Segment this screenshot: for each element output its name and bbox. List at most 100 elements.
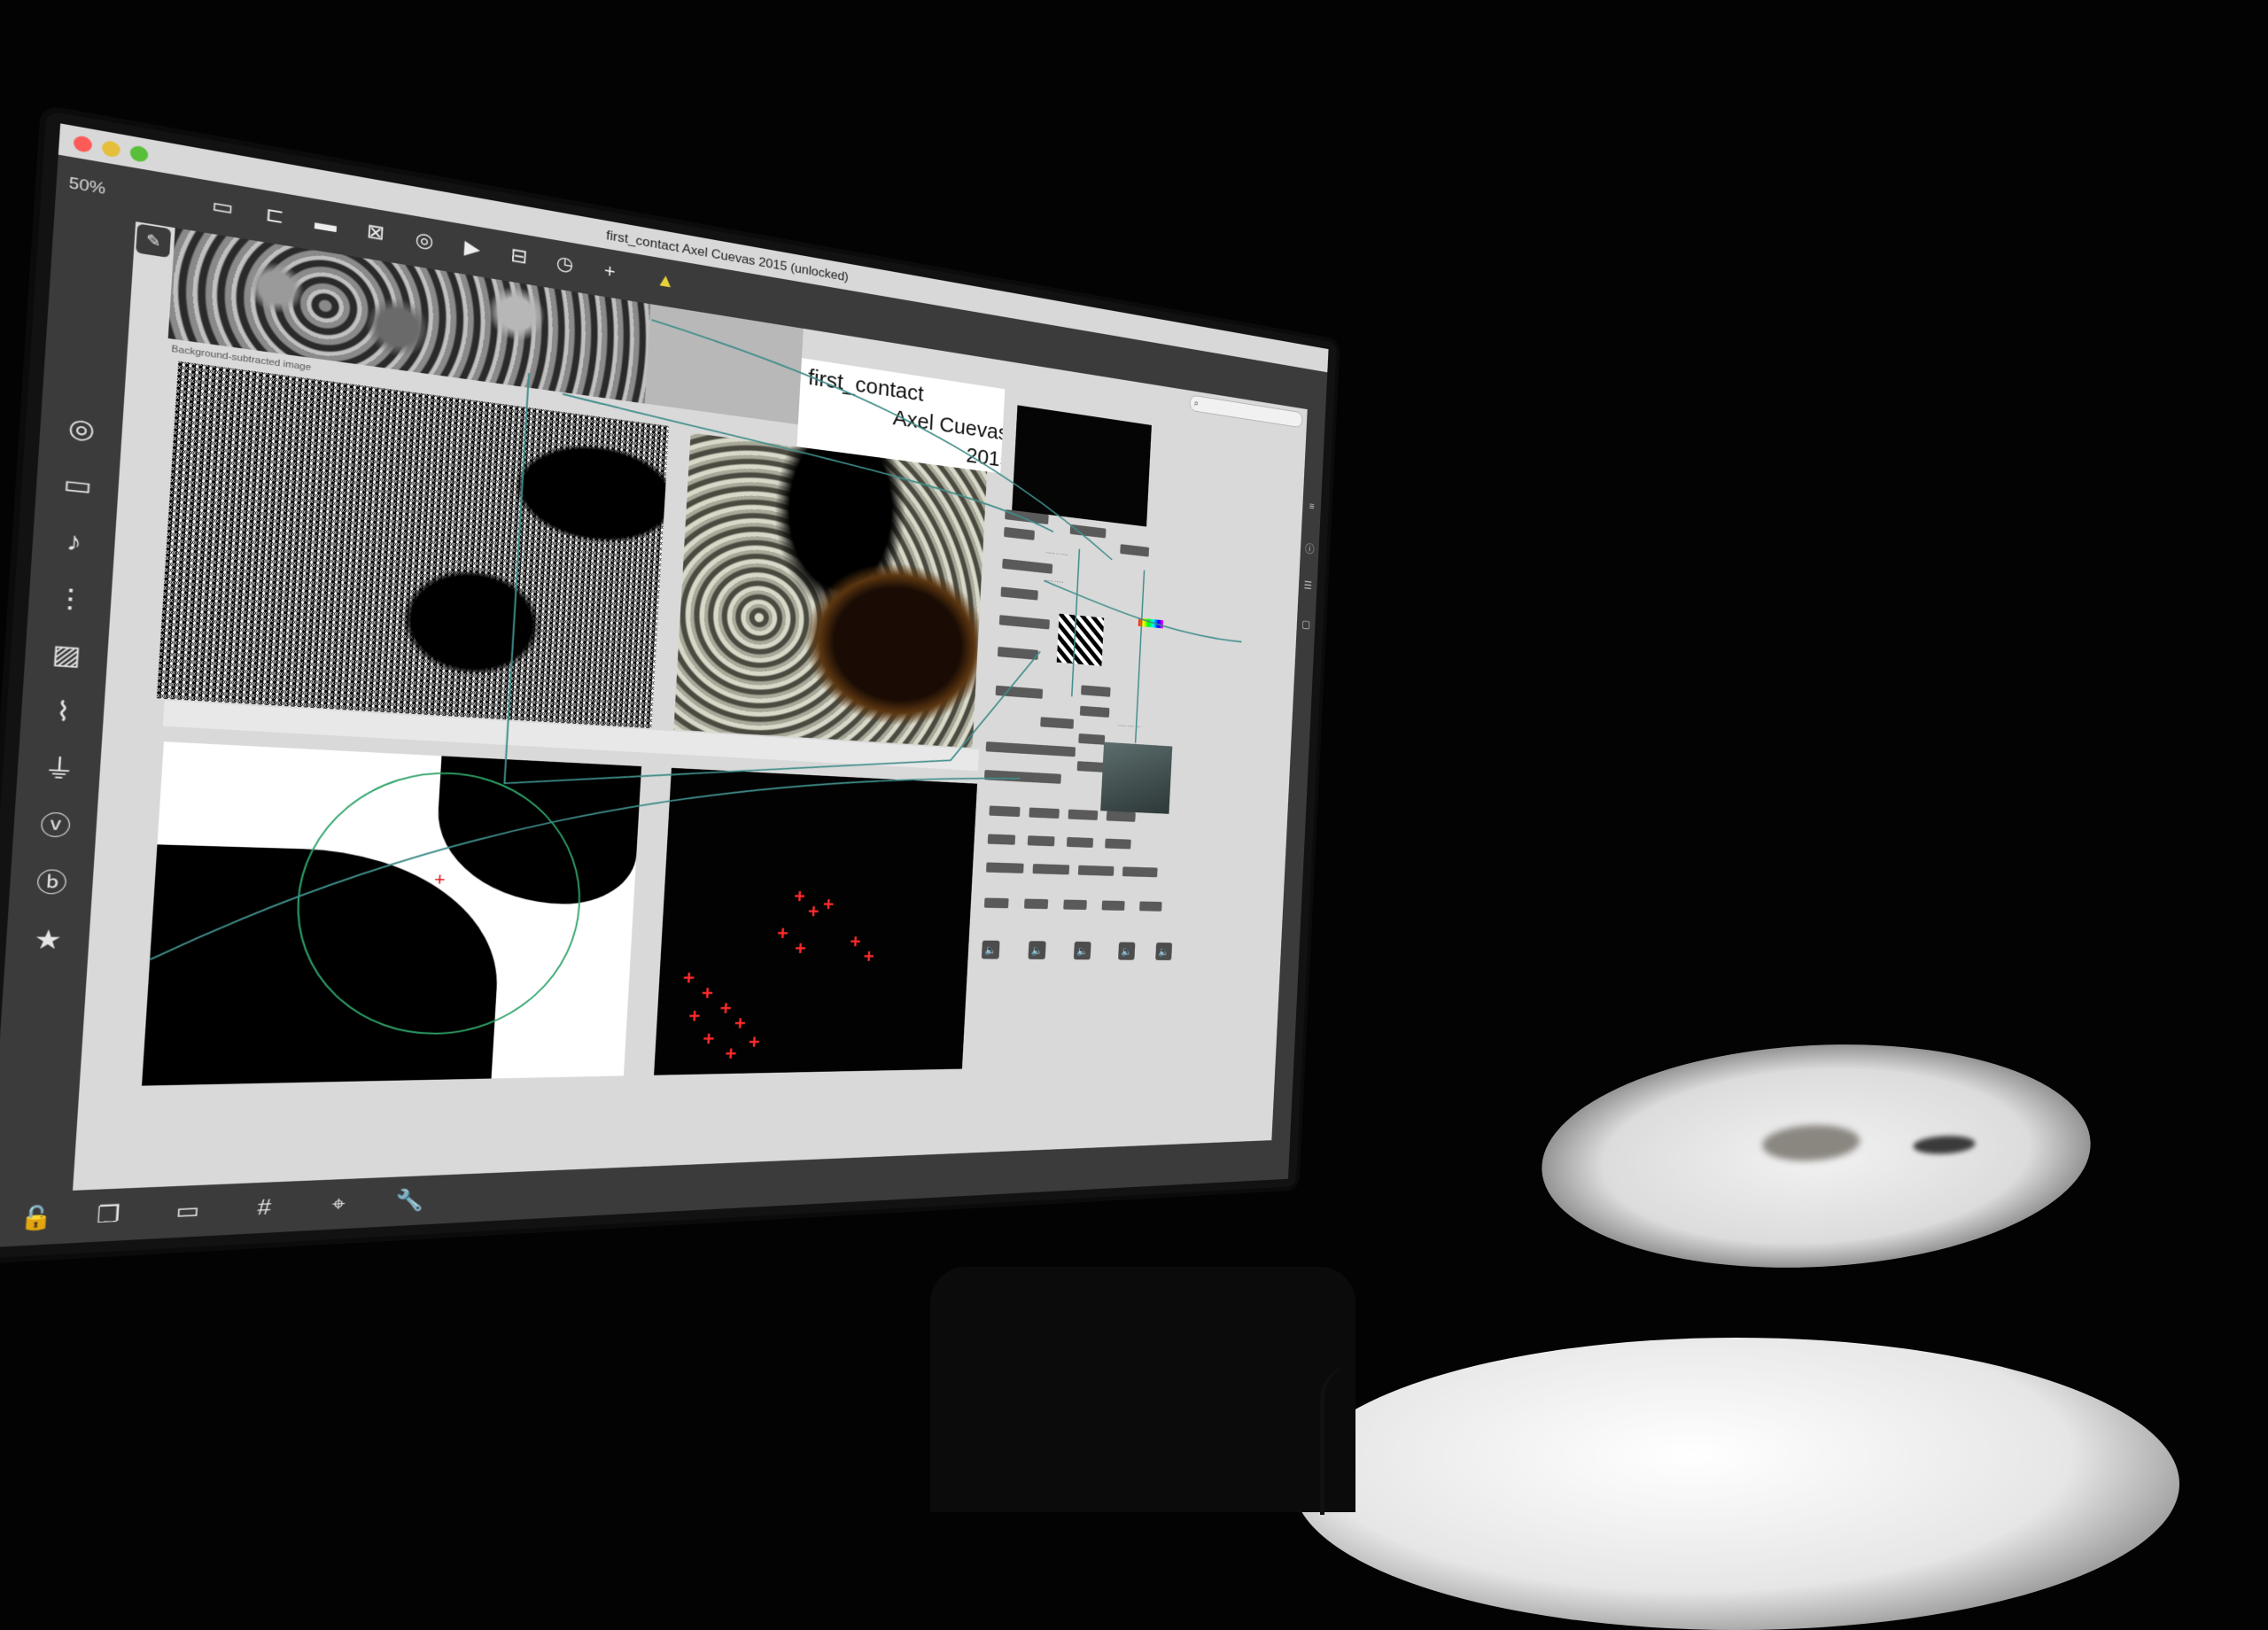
video-icon[interactable]: ▭ bbox=[58, 469, 97, 504]
patch-object[interactable] bbox=[1004, 526, 1035, 540]
patch-objects-area[interactable]: ····· ·· ···· ····· ····· ····· ···· ···… bbox=[961, 501, 1225, 1083]
maximize-button[interactable] bbox=[129, 144, 149, 164]
wrench-icon[interactable]: 🔧 bbox=[394, 1187, 426, 1216]
search-icon: ⌕ bbox=[1193, 397, 1200, 409]
photo-scene: first_contact Axel Cuevas 2015 (unlocked… bbox=[0, 0, 2268, 1630]
rock-texture-image bbox=[673, 432, 988, 749]
patch-object[interactable] bbox=[1032, 864, 1070, 875]
patch-object[interactable] bbox=[987, 834, 1016, 845]
patch-object[interactable] bbox=[1139, 901, 1162, 912]
add-icon[interactable]: + bbox=[595, 258, 625, 285]
patch-object[interactable] bbox=[1040, 717, 1075, 729]
inspector-icon[interactable]: ≡ bbox=[1306, 501, 1317, 515]
paint-icon[interactable]: ▲ bbox=[651, 268, 680, 295]
patch-object[interactable] bbox=[1066, 836, 1094, 848]
patch-object[interactable] bbox=[1105, 838, 1131, 850]
patch-object[interactable] bbox=[1023, 898, 1049, 910]
snap-icon[interactable]: ⌖ bbox=[322, 1191, 354, 1221]
patch-object[interactable] bbox=[1081, 685, 1111, 697]
level-meter bbox=[1100, 741, 1173, 814]
play-icon[interactable]: ▶ bbox=[457, 235, 488, 263]
speaker-icon[interactable]: 🔈 bbox=[1155, 942, 1173, 961]
v-badge-icon[interactable]: ⓥ bbox=[35, 810, 74, 842]
list-icon[interactable]: ☰ bbox=[1302, 578, 1315, 593]
blob-marker: + bbox=[687, 1004, 702, 1028]
b-badge-icon[interactable]: ⓑ bbox=[32, 867, 71, 900]
lock-icon[interactable]: 🔓 bbox=[19, 1204, 56, 1236]
blob-marker: + bbox=[702, 1027, 716, 1051]
patch-object[interactable] bbox=[983, 770, 1061, 784]
blob-marker: + bbox=[776, 921, 789, 944]
author-name: Axel Cuevas bbox=[892, 405, 1006, 446]
info-icon[interactable]: ⓘ bbox=[1304, 539, 1316, 556]
mini-threshold-preview bbox=[1056, 613, 1105, 666]
speaker-icon[interactable]: 🔈 bbox=[1118, 942, 1136, 960]
star-icon[interactable]: ★ bbox=[28, 925, 67, 957]
patch-object[interactable] bbox=[985, 862, 1024, 873]
layers-icon[interactable]: ❐ bbox=[90, 1200, 127, 1231]
blob-markers-view: + + + + + + + + + + + + + + + bbox=[654, 767, 978, 1075]
patch-object[interactable] bbox=[985, 741, 1076, 757]
plug-icon[interactable]: ⏚ bbox=[40, 753, 79, 786]
record-icon[interactable]: ◎ bbox=[408, 227, 439, 256]
blob-marker: + bbox=[748, 1029, 761, 1053]
patch-comment: ····· ·· ···· bbox=[1045, 549, 1068, 558]
clear-icon[interactable]: ⊠ bbox=[360, 218, 392, 247]
edit-mode-icon[interactable]: ✎ bbox=[136, 223, 172, 259]
paperclip-icon[interactable]: ⌇ bbox=[43, 695, 82, 729]
patch-object[interactable] bbox=[1027, 835, 1055, 847]
patch-object[interactable] bbox=[995, 685, 1044, 699]
patch-object[interactable] bbox=[983, 897, 1009, 909]
window-icon[interactable]: ▢ bbox=[1300, 617, 1312, 632]
blob-marker: + bbox=[701, 981, 714, 1005]
patch-comment: ····· ····· bbox=[1044, 577, 1064, 586]
patch-object[interactable] bbox=[997, 646, 1039, 660]
music-note-icon[interactable]: ♪ bbox=[55, 525, 94, 560]
blob-marker: + bbox=[794, 936, 807, 959]
timer-icon[interactable]: ◷ bbox=[550, 251, 579, 279]
console-icon[interactable]: ⊏ bbox=[258, 201, 291, 231]
presentation-screen-icon[interactable]: ▭ bbox=[170, 1197, 205, 1228]
speaker-icon[interactable]: 🔈 bbox=[981, 940, 1000, 959]
speaker-icon[interactable]: 🔈 bbox=[1028, 941, 1046, 959]
patch-comment: ····· ···· ··· bbox=[1117, 722, 1141, 731]
patch-object[interactable] bbox=[1000, 586, 1038, 601]
blob-marker: + bbox=[724, 1041, 738, 1065]
centroid-marker: + bbox=[433, 869, 447, 890]
blob-marker: + bbox=[822, 892, 835, 915]
patch-object[interactable] bbox=[1063, 899, 1087, 911]
minimize-button[interactable] bbox=[101, 139, 121, 159]
grid-icon[interactable]: # bbox=[247, 1193, 281, 1223]
patch-object[interactable] bbox=[1068, 809, 1099, 820]
zoom-selector[interactable]: 50% bbox=[68, 175, 106, 198]
blob-marker: + bbox=[863, 944, 875, 967]
blob-marker: + bbox=[793, 884, 806, 907]
speaker-icon[interactable]: 🔈 bbox=[1073, 941, 1091, 960]
blob-marker: + bbox=[849, 929, 862, 952]
patch-object[interactable] bbox=[1029, 807, 1060, 819]
close-button[interactable] bbox=[73, 135, 93, 154]
blob-marker: + bbox=[807, 899, 820, 922]
target-icon[interactable]: ◎ bbox=[62, 412, 101, 447]
step-icon[interactable]: ⋮ bbox=[50, 582, 89, 617]
patch-object[interactable] bbox=[1122, 866, 1158, 878]
patch-object[interactable] bbox=[1005, 509, 1049, 525]
patch-object[interactable] bbox=[1077, 865, 1115, 876]
patch-object[interactable] bbox=[1069, 524, 1107, 539]
blob-marker: + bbox=[682, 966, 696, 990]
patch-object[interactable] bbox=[1079, 705, 1110, 718]
patch-object[interactable] bbox=[1002, 558, 1053, 574]
comment-icon[interactable]: ▬ bbox=[309, 210, 342, 240]
patch-object[interactable] bbox=[989, 805, 1021, 818]
patch-object[interactable] bbox=[1101, 900, 1125, 911]
split-icon[interactable]: ⊟ bbox=[504, 243, 534, 271]
image-icon[interactable]: ▨ bbox=[47, 639, 86, 672]
project-title: first_contact bbox=[807, 365, 925, 407]
patch-object[interactable] bbox=[1078, 733, 1106, 745]
monitor-perspective: first_contact Axel Cuevas 2015 (unlocked… bbox=[0, 0, 2268, 1512]
patch-object[interactable] bbox=[998, 615, 1050, 630]
patch-object[interactable] bbox=[1106, 811, 1136, 822]
patch-object[interactable] bbox=[1120, 544, 1150, 557]
presentation-icon[interactable]: ▭ bbox=[206, 192, 240, 223]
color-spectrum[interactable] bbox=[1138, 617, 1164, 629]
